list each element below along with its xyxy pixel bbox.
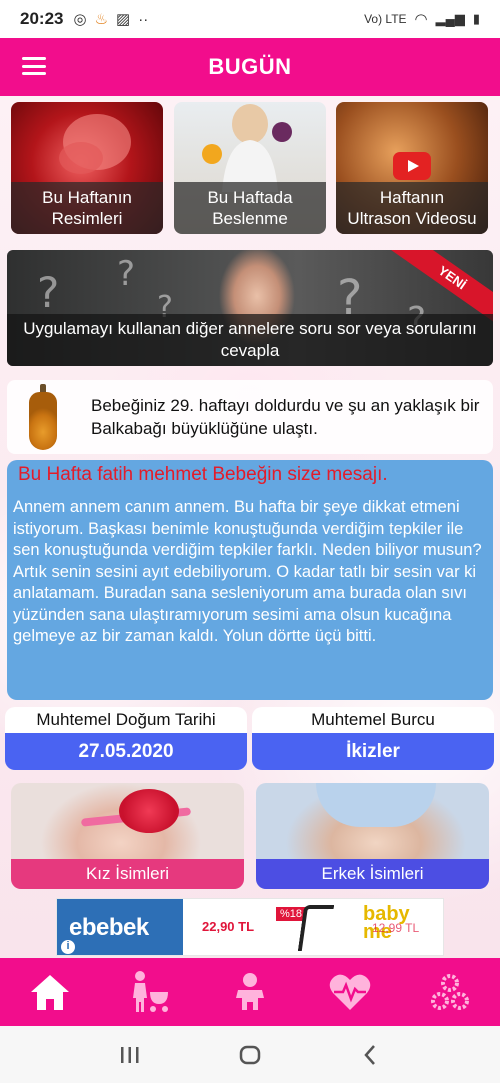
nav-home[interactable] — [20, 962, 80, 1022]
home-button-icon[interactable] — [230, 1035, 270, 1075]
nav-mother[interactable] — [120, 962, 180, 1022]
boy-names-tile[interactable]: Erkek İsimleri — [256, 783, 489, 889]
fetus-image — [59, 114, 131, 174]
mother-stroller-icon — [133, 971, 168, 1012]
nav-settings[interactable] — [420, 962, 480, 1022]
tile-label: Bu Haftada Beslenme — [174, 182, 326, 234]
tile-week-ultrasound-video[interactable]: Haftanın Ultrason Videosu — [336, 102, 488, 234]
status-right-icons: Vo) LTE ◠ ▂▄▆ ▮ — [364, 10, 480, 28]
ask-question-banner[interactable]: ? ? ? ? ? YENİ Uygulamayı kullanan diğer… — [7, 250, 493, 366]
baby-icon — [236, 973, 264, 1010]
tile-week-nutrition[interactable]: Bu Haftada Beslenme — [174, 102, 326, 234]
home-icon — [31, 975, 69, 1010]
boy-names-label: Erkek İsimleri — [256, 859, 489, 889]
baby-message-title: Bu Hafta fatih mehmet Bebeğin size mesaj… — [18, 464, 388, 485]
image-icon: ▨ — [116, 11, 131, 28]
settings-gears-icon — [431, 974, 469, 1010]
target-icon: ◎ — [73, 11, 87, 28]
bottom-navigation — [0, 958, 500, 1026]
baby-message-box: Bu Hafta fatih mehmet Bebeğin size mesaj… — [7, 460, 493, 700]
battery-icon: ▮ — [472, 11, 480, 26]
zodiac-card[interactable]: Muhtemel Burcu İkizler — [252, 707, 494, 770]
heart-pulse-icon — [329, 974, 371, 1010]
tile-week-pictures[interactable]: Bu Haftanın Resimleri — [11, 102, 163, 234]
status-bar: 20:23 ◎ ♨ ▨ ·· Vo) LTE ◠ ▂▄▆ ▮ — [0, 0, 500, 38]
ask-question-label: Uygulamayı kullanan diğer annelere soru … — [7, 314, 493, 366]
flame-icon: ♨ — [94, 11, 109, 28]
ad-info-icon[interactable]: i — [60, 939, 76, 955]
due-date-value: 27.05.2020 — [5, 733, 247, 770]
back-icon[interactable] — [350, 1035, 390, 1075]
page-title: BUGÜN — [208, 54, 292, 79]
baby-size-text: Bebeğiniz 29. haftayı doldurdu ve şu an … — [91, 396, 480, 438]
baby-size-info: Bebeğiniz 29. haftayı doldurdu ve şu an … — [7, 380, 493, 454]
nav-health[interactable] — [320, 962, 380, 1022]
pregnant-woman-image — [202, 104, 292, 192]
baby-hat-decoration — [316, 783, 436, 827]
status-notification-icons: ◎ ♨ ▨ ·· — [73, 10, 149, 29]
network-label: Vo) LTE — [364, 12, 407, 26]
hamburger-menu-icon[interactable] — [22, 57, 46, 75]
baby-message-body: Annem annem canım annem. Bu hafta bir şe… — [13, 498, 482, 645]
butternut-squash-icon — [7, 380, 77, 454]
nav-baby[interactable] — [220, 962, 280, 1022]
status-time: 20:23 — [20, 9, 64, 28]
question-mark-decoration: ? — [117, 254, 136, 294]
ad-price-1: 22,90 TL — [202, 919, 255, 934]
ad-banner[interactable]: ebebek 22,90 TL %18 baby me 12,99 TL i — [56, 898, 444, 956]
wifi-icon: ◠ — [414, 11, 428, 28]
tile-label: Haftanın Ultrason Videosu — [336, 182, 488, 234]
stroller-image — [297, 905, 335, 951]
zodiac-value: İkizler — [252, 733, 494, 770]
recent-apps-icon[interactable] — [110, 1035, 150, 1075]
signal-icon: ▂▄▆ — [435, 11, 465, 26]
girl-names-tile[interactable]: Kız İsimleri — [11, 783, 244, 889]
ad-price-2: 12,99 TL — [372, 921, 420, 935]
app-bar: BUGÜN — [0, 38, 500, 96]
zodiac-label: Muhtemel Burcu — [311, 710, 435, 729]
girl-names-label: Kız İsimleri — [11, 859, 244, 889]
due-date-card[interactable]: Muhtemel Doğum Tarihi 27.05.2020 — [5, 707, 247, 770]
system-navigation-bar — [0, 1026, 500, 1083]
flower-bow-decoration — [119, 789, 179, 833]
question-mark-decoration: ? — [37, 268, 60, 317]
tile-label: Bu Haftanın Resimleri — [11, 182, 163, 234]
more-dots-icon: ·· — [138, 10, 149, 28]
play-video-icon — [393, 152, 431, 180]
due-date-label: Muhtemel Doğum Tarihi — [36, 710, 216, 729]
